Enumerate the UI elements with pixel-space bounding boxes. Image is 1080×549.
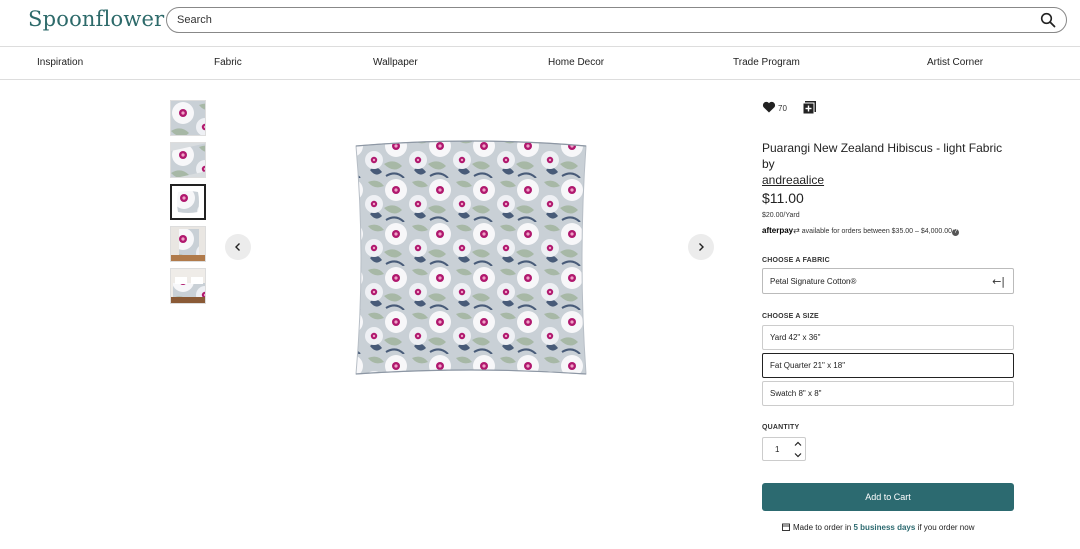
main-nav: Inspiration Fabric Wallpaper Home Decor …	[0, 47, 1080, 80]
decrement-icon[interactable]	[793, 450, 803, 460]
size-option-label: Yard 42" x 36"	[770, 333, 821, 342]
nav-item-wallpaper[interactable]: Wallpaper	[373, 57, 418, 68]
search-input[interactable]: Search	[177, 14, 212, 26]
main-product-image	[355, 140, 587, 375]
chevron-left-icon	[235, 243, 240, 251]
info-icon[interactable]: ?	[952, 229, 960, 236]
thumbnail-pillow[interactable]	[170, 184, 206, 220]
calendar-icon	[782, 523, 790, 531]
thumbnail-bedding[interactable]	[170, 268, 206, 304]
afterpay-text: available for orders between $35.00 – $4…	[801, 228, 953, 235]
size-option-label: Swatch 8" x 8"	[770, 389, 822, 398]
afterpay-notice: afterpay⇄ available for orders between $…	[762, 226, 960, 236]
product-title-text: Puarangi New Zealand Hibiscus - light Fa…	[762, 141, 1003, 171]
search-bar[interactable]: Search	[166, 7, 1067, 33]
fabric-select[interactable]: Petal Signature Cotton® ←|	[762, 268, 1014, 294]
unit-price: $20.00/Yard	[762, 212, 800, 219]
thumbnail-fabric-fold[interactable]	[170, 142, 206, 178]
fabric-select-value: Petal Signature Cotton®	[770, 277, 857, 286]
quantity-value[interactable]: 1	[775, 445, 779, 454]
prev-image-button[interactable]	[225, 234, 251, 260]
made-suffix: if you order now	[917, 523, 975, 532]
increment-icon[interactable]	[793, 439, 803, 449]
afterpay-logo: afterpay	[762, 226, 794, 235]
nav-item-trade-program[interactable]: Trade Program	[733, 57, 800, 68]
size-label: CHOOSE A SIZE	[762, 313, 819, 320]
product-title: Puarangi New Zealand Hibiscus - light Fa…	[762, 140, 1014, 188]
nav-item-inspiration[interactable]: Inspiration	[37, 57, 83, 68]
add-to-collection-icon[interactable]	[802, 100, 817, 115]
favorite-count: 70	[778, 104, 787, 113]
heart-icon[interactable]	[762, 100, 776, 114]
size-option-label: Fat Quarter 21" x 18"	[770, 361, 846, 370]
site-header: Spoonflower Search	[0, 0, 1080, 47]
spoonflower-logo[interactable]: Spoonflower	[28, 7, 164, 31]
size-option-swatch[interactable]: Swatch 8" x 8"	[762, 381, 1014, 406]
add-to-cart-button[interactable]: Add to Cart	[762, 483, 1014, 511]
search-icon[interactable]	[1040, 12, 1056, 28]
next-image-button[interactable]	[688, 234, 714, 260]
thumbnail-curtain[interactable]	[170, 226, 206, 262]
nav-item-home-decor[interactable]: Home Decor	[548, 57, 604, 68]
quantity-label: QUANTITY	[762, 424, 800, 431]
size-option-fat-quarter[interactable]: Fat Quarter 21" x 18"	[762, 353, 1014, 378]
expand-panel-icon: ←|	[992, 275, 1005, 288]
product-price: $11.00	[762, 190, 804, 206]
nav-item-fabric[interactable]: Fabric	[214, 57, 242, 68]
made-prefix: Made to order in	[793, 523, 852, 532]
chevron-right-icon	[699, 243, 704, 251]
afterpay-logo-icon: ⇄	[793, 226, 800, 235]
delivery-notice: Made to order in 5 business days if you …	[782, 523, 974, 532]
designer-link[interactable]: andreaalice	[762, 173, 824, 187]
thumbnail-fabric-swatch[interactable]	[170, 100, 206, 136]
business-days: 5 business days	[853, 523, 916, 532]
quantity-stepper[interactable]: 1	[762, 437, 806, 461]
size-option-yard[interactable]: Yard 42" x 36"	[762, 325, 1014, 350]
fabric-label: CHOOSE A FABRIC	[762, 257, 830, 264]
nav-item-artist-corner[interactable]: Artist Corner	[927, 57, 983, 68]
